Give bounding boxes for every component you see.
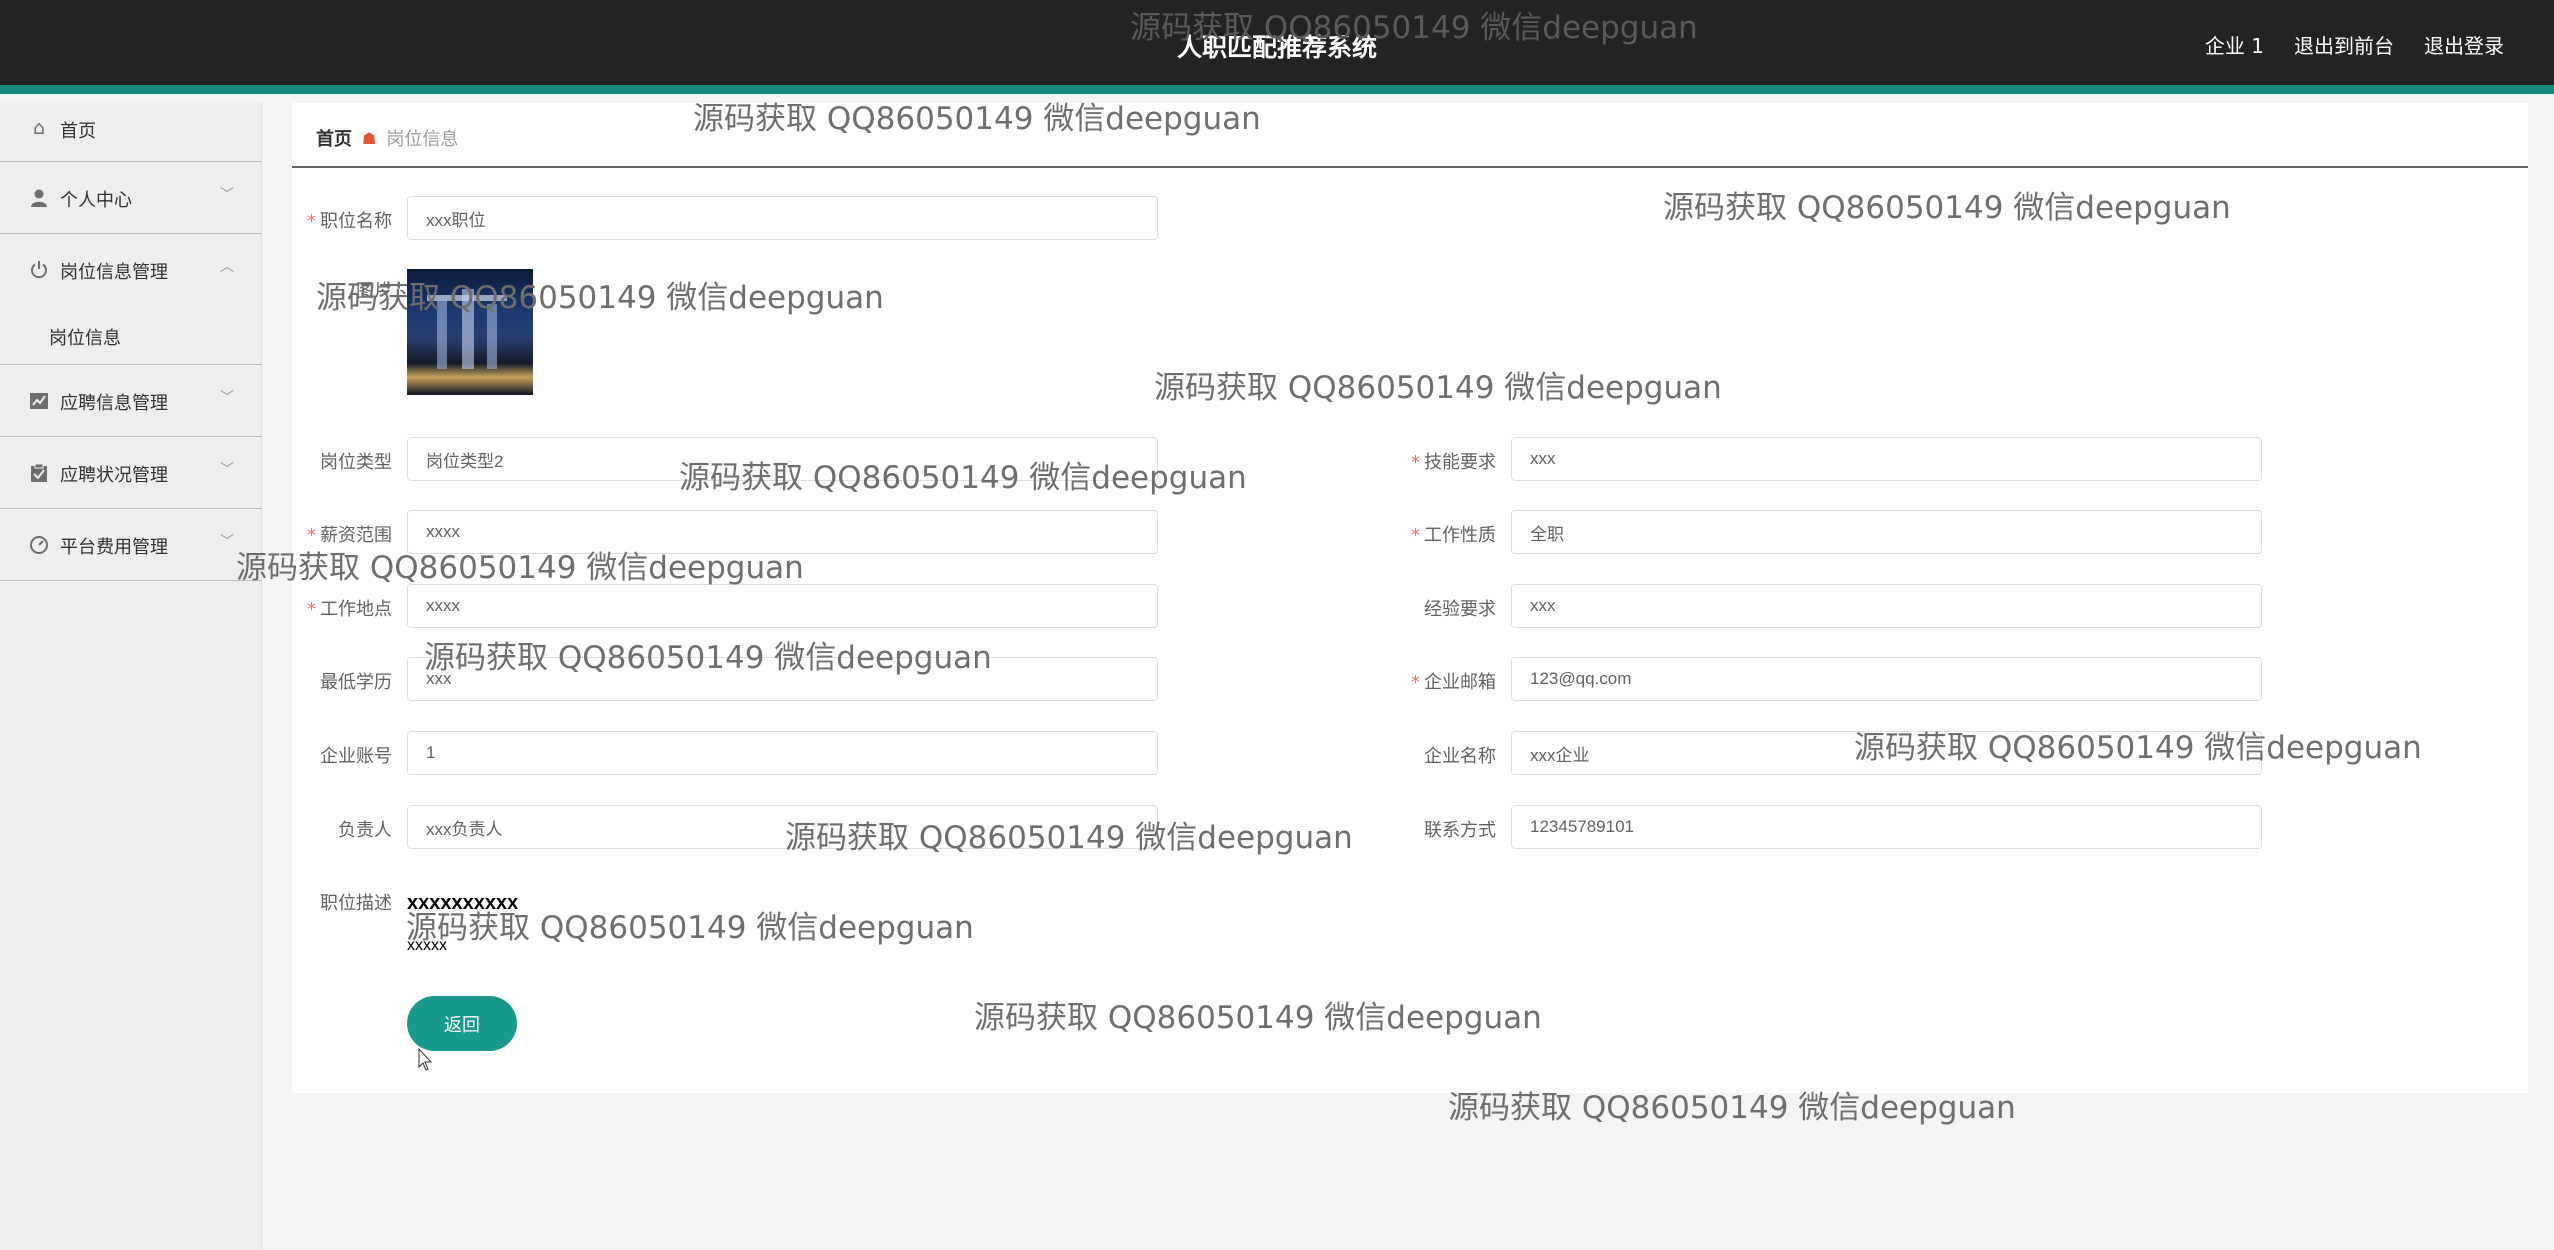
job-description-text: xxxxx: [407, 937, 447, 954]
chart-icon: [28, 391, 50, 413]
company-email-field[interactable]: 123@qq.com: [1511, 657, 2262, 701]
sidebar: ⌂ 首页 个人中心 ﹀ 岗位信息管理 ︿ 岗位信息 应聘信息管理 ﹀ 应聘状况管…: [0, 103, 262, 1250]
breadcrumb-current: 岗位信息: [386, 129, 459, 150]
chevron-down-icon: ﹀: [220, 390, 234, 406]
chevron-down-icon: ﹀: [220, 462, 234, 478]
manager-label: 负责人: [338, 820, 392, 841]
work-location-field[interactable]: xxxx: [407, 584, 1158, 628]
work-nature-field[interactable]: 全职: [1511, 510, 2262, 554]
sidebar-subitem-job-info[interactable]: 岗位信息: [0, 303, 262, 365]
salary-range-field[interactable]: xxxx: [407, 510, 1158, 554]
salary-range-label: * 薪资范围: [307, 525, 392, 546]
job-description-heading: xxxxxxxxxx: [407, 892, 519, 914]
contact-field[interactable]: 12345789101: [1511, 805, 2262, 849]
manager-field[interactable]: xxx负责人: [407, 805, 1158, 849]
chevron-down-icon: ﹀: [220, 187, 234, 203]
company-email-label: * 企业邮箱: [1411, 672, 1496, 693]
company-name-field[interactable]: xxx企业: [1511, 731, 2262, 775]
app-title: 人职匹配推荐系统: [1176, 33, 1377, 62]
sidebar-item-label: 个人中心: [60, 190, 132, 211]
breadcrumb-divider: [292, 166, 2528, 168]
main-panel: 首页 ☗ 岗位信息 * 职位名称 xxx职位 图片 岗位类型 岗位类型2 * 技能要…: [292, 103, 2528, 1093]
min-education-label: 最低学历: [320, 672, 392, 693]
contact-label: 联系方式: [1424, 820, 1496, 841]
sidebar-item-label: 应聘状况管理: [60, 465, 168, 486]
min-education-field[interactable]: xxx: [407, 657, 1158, 701]
position-name-field[interactable]: xxx职位: [407, 196, 1158, 240]
sidebar-subitem-label: 岗位信息: [49, 328, 121, 349]
job-image: [407, 269, 533, 395]
sidebar-item-application-status-management[interactable]: 应聘状况管理 ﹀: [0, 437, 262, 509]
company-account-label: 企业账号: [320, 746, 392, 767]
company-user-link[interactable]: 企业 1: [2205, 30, 2264, 59]
company-name-label: 企业名称: [1424, 746, 1496, 767]
skill-requirement-field[interactable]: xxx: [1511, 437, 2262, 481]
experience-requirement-label: 经验要求: [1424, 599, 1496, 620]
chevron-down-icon: ﹀: [220, 534, 234, 550]
sidebar-item-label: 平台费用管理: [60, 537, 168, 558]
top-header: 人职匹配推荐系统 企业 1 退出到前台 退出登录: [0, 0, 2554, 94]
job-type-label: 岗位类型: [320, 452, 392, 473]
image-label: 图片: [356, 281, 392, 302]
breadcrumb-home[interactable]: 首页: [316, 125, 352, 151]
experience-requirement-field[interactable]: xxx: [1511, 584, 2262, 628]
position-name-label: * 职位名称: [307, 211, 392, 232]
breadcrumb-separator-icon: ☗: [362, 128, 377, 148]
logout-link[interactable]: 退出登录: [2424, 30, 2504, 59]
user-icon: [28, 188, 50, 210]
home-icon: ⌂: [32, 117, 46, 139]
job-type-field[interactable]: 岗位类型2: [407, 437, 1158, 481]
work-nature-label: * 工作性质: [1411, 525, 1496, 546]
work-location-label: * 工作地点: [307, 599, 392, 620]
sidebar-item-job-info-management[interactable]: 岗位信息管理 ︿: [0, 234, 262, 306]
sidebar-item-label: 应聘信息管理: [60, 393, 168, 414]
sidebar-item-label: 首页: [60, 121, 96, 142]
sidebar-item-application-info-management[interactable]: 应聘信息管理 ﹀: [0, 365, 262, 437]
mouse-cursor-icon: [418, 1048, 433, 1071]
back-button[interactable]: 返回: [407, 996, 517, 1051]
clipboard-icon: [28, 463, 50, 485]
sidebar-item-personal-center[interactable]: 个人中心 ﹀: [0, 162, 262, 234]
chevron-up-icon: ︿: [220, 259, 234, 275]
header-links: 企业 1 退出到前台 退出登录: [2205, 30, 2504, 59]
sidebar-item-home[interactable]: ⌂ 首页: [0, 103, 262, 162]
skill-requirement-label: * 技能要求: [1411, 452, 1496, 473]
job-description-label: 职位描述: [320, 893, 392, 914]
power-icon: [28, 260, 50, 282]
company-account-field[interactable]: 1: [407, 731, 1158, 775]
sidebar-item-platform-fee-management[interactable]: 平台费用管理 ﹀: [0, 509, 262, 581]
exit-to-frontend-link[interactable]: 退出到前台: [2294, 30, 2394, 59]
breadcrumb: 首页 ☗ 岗位信息: [316, 125, 458, 151]
gauge-icon: [28, 535, 50, 557]
sidebar-item-label: 岗位信息管理: [60, 262, 168, 283]
